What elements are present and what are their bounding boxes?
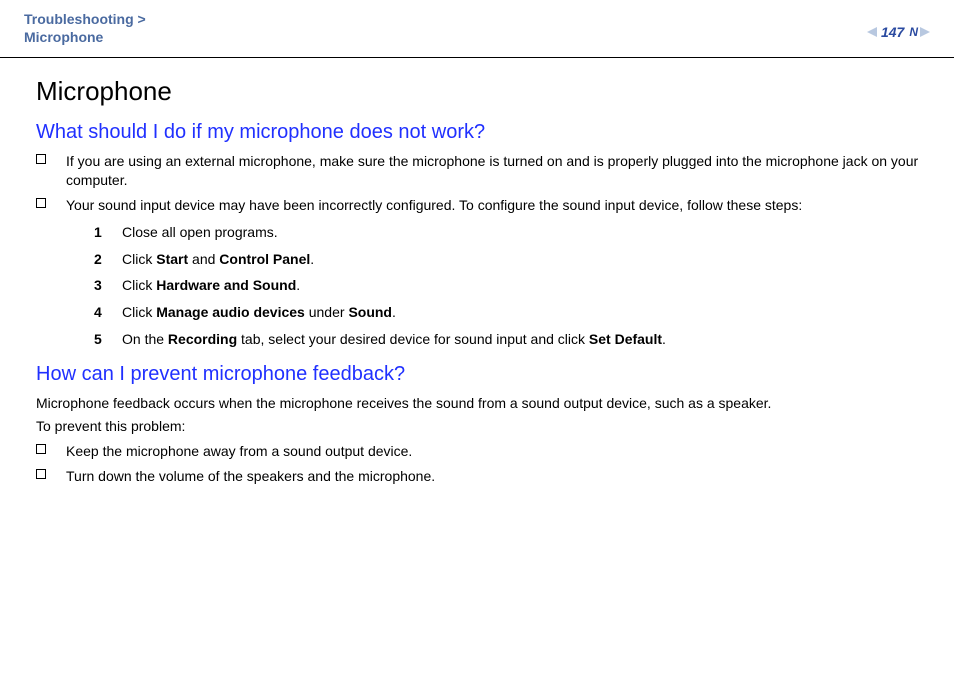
step-text-pre: On the xyxy=(122,331,168,347)
step-text-bold: Sound xyxy=(348,304,392,320)
bullet-list-1: If you are using an external microphone,… xyxy=(36,152,926,349)
step-text-post: . xyxy=(662,331,666,347)
list-item: Turn down the volume of the speakers and… xyxy=(36,467,926,486)
step-text-pre: Click xyxy=(122,251,156,267)
list-item-text: Turn down the volume of the speakers and… xyxy=(66,468,435,484)
prev-page-icon[interactable] xyxy=(867,27,877,37)
next-page-icon[interactable] xyxy=(920,27,930,37)
step-item: On the Recording tab, select your desire… xyxy=(94,330,926,349)
section-heading-2: How can I prevent microphone feedback? xyxy=(36,363,926,386)
step-item: Click Start and Control Panel. xyxy=(94,250,926,269)
step-text-bold: Hardware and Sound xyxy=(156,277,296,293)
step-text-bold: Manage audio devices xyxy=(156,304,305,320)
paragraph: To prevent this problem: xyxy=(36,417,926,436)
page: Troubleshooting > Microphone 147 N Micro… xyxy=(0,0,954,674)
page-header: Troubleshooting > Microphone 147 N xyxy=(0,0,954,58)
step-text-bold: Control Panel xyxy=(219,251,310,267)
square-bullet-icon xyxy=(36,469,46,479)
square-bullet-icon xyxy=(36,198,46,208)
page-number: 147 xyxy=(881,24,904,40)
page-n-label: N xyxy=(909,25,918,39)
paragraph: Microphone feedback occurs when the micr… xyxy=(36,394,926,413)
square-bullet-icon xyxy=(36,154,46,164)
step-text-pre: Click xyxy=(122,277,156,293)
breadcrumb-topic[interactable]: Microphone xyxy=(24,29,103,45)
bullet-list-2: Keep the microphone away from a sound ou… xyxy=(36,442,926,486)
step-text-pre: Click xyxy=(122,304,156,320)
square-bullet-icon xyxy=(36,444,46,454)
page-navigator: 147 N xyxy=(867,24,930,40)
step-text: Close all open programs. xyxy=(122,224,278,240)
breadcrumb-section[interactable]: Troubleshooting xyxy=(24,11,134,27)
step-text-mid: under xyxy=(305,304,349,320)
list-item: If you are using an external microphone,… xyxy=(36,152,926,190)
breadcrumb-separator: > xyxy=(138,11,146,27)
step-text-bold: Recording xyxy=(168,331,237,347)
step-item: Click Hardware and Sound. xyxy=(94,276,926,295)
list-item: Your sound input device may have been in… xyxy=(36,196,926,349)
step-text-mid: tab, select your desired device for soun… xyxy=(237,331,589,347)
step-item: Click Manage audio devices under Sound. xyxy=(94,303,926,322)
page-content: Microphone What should I do if my microp… xyxy=(0,58,954,486)
step-text-post: . xyxy=(392,304,396,320)
step-text-post: . xyxy=(296,277,300,293)
step-text-mid: and xyxy=(188,251,219,267)
step-text-post: . xyxy=(310,251,314,267)
page-title: Microphone xyxy=(36,76,926,107)
step-item: Close all open programs. xyxy=(94,223,926,242)
step-text-bold: Start xyxy=(156,251,188,267)
steps-list: Close all open programs. Click Start and… xyxy=(94,223,926,349)
section-heading-1: What should I do if my microphone does n… xyxy=(36,121,926,144)
list-item: Keep the microphone away from a sound ou… xyxy=(36,442,926,461)
list-item-text: Your sound input device may have been in… xyxy=(66,197,802,213)
list-item-text: If you are using an external microphone,… xyxy=(66,153,918,188)
list-item-text: Keep the microphone away from a sound ou… xyxy=(66,443,412,459)
step-text-bold: Set Default xyxy=(589,331,662,347)
breadcrumb: Troubleshooting > Microphone xyxy=(24,10,146,46)
